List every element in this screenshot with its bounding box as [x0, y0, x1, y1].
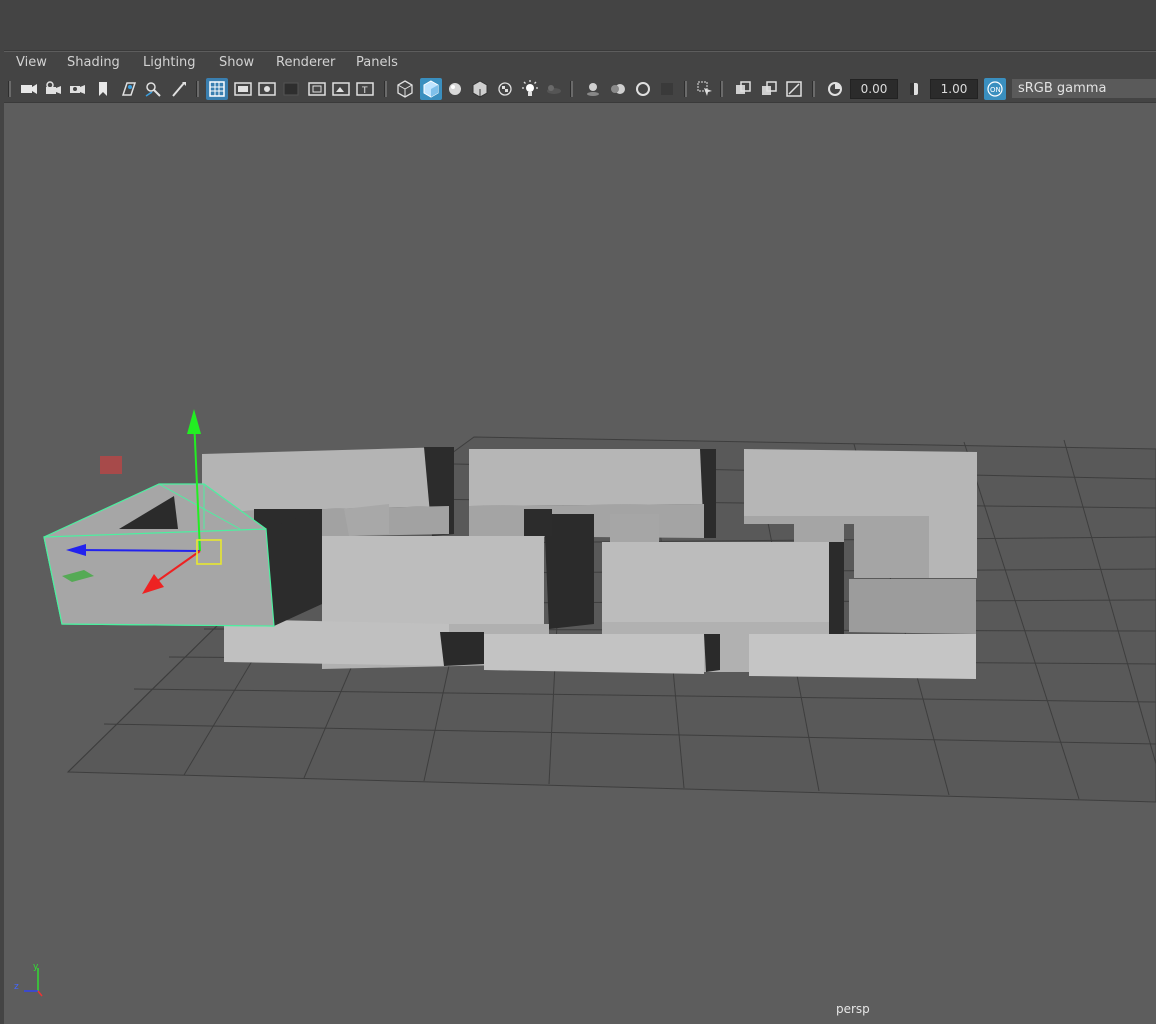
- color-space-dropdown[interactable]: sRGB gamma: [1012, 79, 1156, 98]
- camera-attributes-icon[interactable]: [66, 78, 88, 100]
- gamma-icon[interactable]: [904, 78, 926, 100]
- grease-pencil-icon[interactable]: [142, 78, 164, 100]
- depth-of-field-icon[interactable]: [656, 78, 678, 100]
- camera-lock-icon[interactable]: [42, 78, 64, 100]
- camera-icon[interactable]: [18, 78, 40, 100]
- gate-mask-icon[interactable]: [280, 78, 302, 100]
- film-gate-icon[interactable]: [232, 78, 254, 100]
- anti-aliasing-icon[interactable]: [632, 78, 654, 100]
- axis-label-z: z: [14, 982, 19, 992]
- xray-joints-icon[interactable]: [783, 78, 805, 100]
- wireframe-icon[interactable]: [394, 78, 416, 100]
- svg-text:T: T: [361, 86, 368, 96]
- toolbar-separator: [8, 81, 11, 97]
- safe-title-icon[interactable]: T: [354, 78, 376, 100]
- xray-icon[interactable]: [732, 78, 754, 100]
- resolution-gate-icon[interactable]: [256, 78, 278, 100]
- toolbar-separator: [812, 81, 815, 97]
- toolbar-separator: [384, 81, 387, 97]
- svg-text:ON: ON: [990, 86, 1001, 94]
- wireframe-on-shaded-icon[interactable]: [469, 78, 491, 100]
- toolbar-separator: [570, 81, 573, 97]
- safe-action-icon[interactable]: [330, 78, 352, 100]
- menu-panels[interactable]: Panels: [356, 55, 398, 70]
- isolate-select-icon[interactable]: [694, 78, 716, 100]
- menu-renderer[interactable]: Renderer: [276, 55, 335, 70]
- 3d-viewport[interactable]: y z persp: [4, 104, 1156, 1024]
- menu-show[interactable]: Show: [219, 55, 254, 70]
- color-management-icon[interactable]: ON: [984, 78, 1006, 100]
- 2d-pan-zoom-icon[interactable]: [168, 78, 190, 100]
- menu-shading[interactable]: Shading: [67, 55, 120, 70]
- axis-label-y: y: [33, 962, 39, 972]
- camera-name-label: persp: [836, 1002, 870, 1016]
- default-material-icon[interactable]: [444, 78, 466, 100]
- motion-blur-icon[interactable]: [607, 78, 629, 100]
- toolbar-separator: [684, 81, 687, 97]
- xray-active-components-icon[interactable]: [758, 78, 780, 100]
- exposure-icon[interactable]: [824, 78, 846, 100]
- toolbar-separator: [720, 81, 723, 97]
- menu-lighting[interactable]: Lighting: [143, 55, 196, 70]
- window-title-strip: [0, 0, 1156, 51]
- bookmark-icon[interactable]: [92, 78, 114, 100]
- toolbar-separator: [196, 81, 199, 97]
- use-all-lights-icon[interactable]: [519, 78, 541, 100]
- smooth-shade-icon[interactable]: [420, 78, 442, 100]
- viewport-scene: y z: [14, 409, 1156, 997]
- exposure-field[interactable]: 0.00: [850, 79, 898, 99]
- shadows-icon[interactable]: [542, 78, 564, 100]
- field-chart-icon[interactable]: [306, 78, 328, 100]
- textured-icon[interactable]: [494, 78, 516, 100]
- panel-toolbar: T 0.00 1.00 ON sRGB gamma: [4, 76, 1156, 103]
- menu-view[interactable]: View: [16, 55, 47, 70]
- screen-space-ao-icon[interactable]: [582, 78, 604, 100]
- panel-menu-bar: View Shading Lighting Show Renderer Pane…: [4, 52, 1156, 76]
- grid-icon[interactable]: [206, 78, 228, 100]
- axis-indicator: y z: [14, 962, 43, 997]
- gamma-field[interactable]: 1.00: [930, 79, 978, 99]
- image-plane-icon[interactable]: [118, 78, 140, 100]
